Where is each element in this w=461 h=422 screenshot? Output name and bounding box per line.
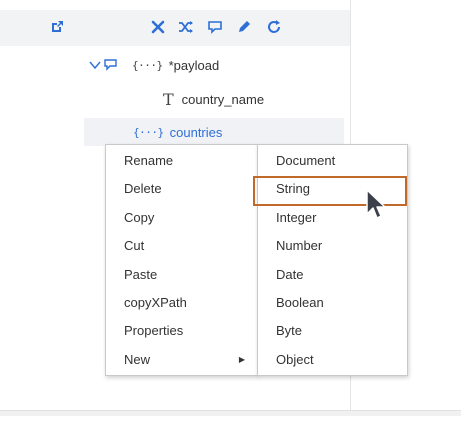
document-type-icon: {···} <box>132 58 163 72</box>
tree-node-payload[interactable]: {···} *payload <box>88 52 219 78</box>
menu-item-rename[interactable]: Rename <box>106 147 257 175</box>
menu-item-delete[interactable]: Delete <box>106 175 257 203</box>
submenu-item-number[interactable]: Number <box>258 232 407 260</box>
bottom-scrollbar-track <box>0 410 461 416</box>
refresh-icon[interactable] <box>266 19 282 35</box>
shuffle-icon[interactable] <box>178 19 194 35</box>
submenu-item-byte[interactable]: Byte <box>258 317 407 345</box>
menu-item-copyxpath[interactable]: copyXPath <box>106 289 257 317</box>
close-icon[interactable] <box>150 19 166 35</box>
submenu-item-boolean[interactable]: Boolean <box>258 289 407 317</box>
submenu-item-date[interactable]: Date <box>258 261 407 289</box>
comment-icon[interactable] <box>207 19 223 35</box>
menu-item-label: New <box>124 352 151 367</box>
tree-node-label: countries <box>169 124 223 140</box>
edit-icon[interactable] <box>236 19 252 35</box>
mouse-cursor-icon <box>366 189 386 219</box>
document-type-icon: {···} <box>133 125 164 139</box>
submenu-arrow-icon: ▶ <box>238 355 245 364</box>
menu-item-copy[interactable]: Copy <box>106 204 257 232</box>
menu-item-properties[interactable]: Properties <box>106 317 257 345</box>
submenu-item-document[interactable]: Document <box>258 147 407 175</box>
external-link-icon[interactable] <box>49 19 65 35</box>
tree-node-countries[interactable]: {···} countries <box>133 119 222 145</box>
menu-item-new[interactable]: New ▶ <box>106 346 257 374</box>
submenu-item-object[interactable]: Object <box>258 346 407 374</box>
tree-node-country-name[interactable]: T country_name <box>163 86 264 112</box>
toolbar <box>0 10 350 46</box>
text-type-icon: T <box>163 89 174 109</box>
tree-node-label: *payload <box>168 57 220 73</box>
chevron-down-icon[interactable] <box>88 58 102 72</box>
context-menu: Rename Delete Copy Cut Paste copyXPath P… <box>105 144 258 376</box>
tree-node-label: country_name <box>181 91 265 107</box>
menu-item-paste[interactable]: Paste <box>106 261 257 289</box>
menu-item-cut[interactable]: Cut <box>106 232 257 260</box>
comment-icon <box>104 59 117 71</box>
